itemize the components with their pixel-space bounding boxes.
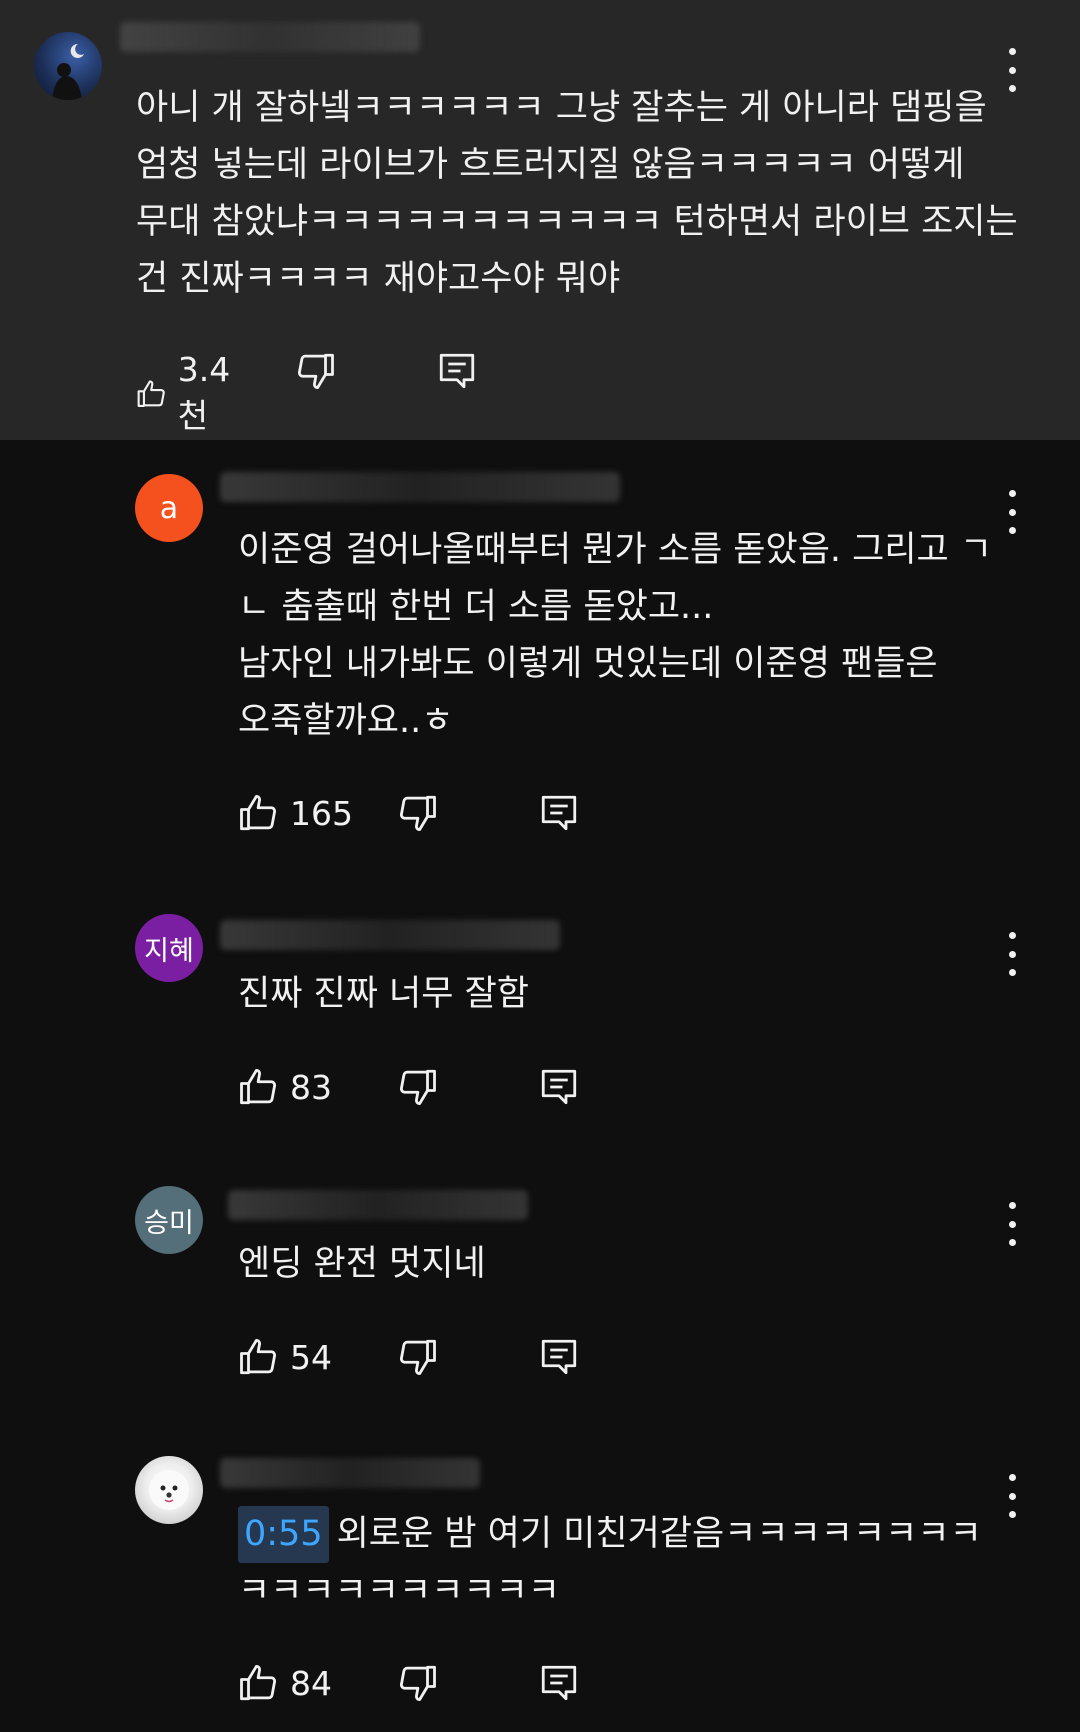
avatar[interactable]: a [135,474,203,542]
avatar-letter: a [159,490,179,526]
comment-text: 0:55 외로운 밤 여기 미친거같음ㅋㅋㅋㅋㅋㅋㅋㅋ ㅋㅋㅋㅋㅋㅋㅋㅋㅋㅋ [238,1506,982,1620]
avatar-white-dog-icon [149,1470,189,1510]
like-count: 83 [290,1067,332,1107]
comment-text: 아니 개 잘하넼ㅋㅋㅋㅋㅋㅋ 그냥 잘추는 게 아니라 댐핑을 엄청 넣는데 라… [136,88,1018,299]
author-name-blurred[interactable] [220,920,560,950]
reply-icon [439,353,475,389]
reply-button[interactable] [436,350,478,392]
reply-button[interactable] [538,1066,580,1108]
author-name-blurred[interactable] [228,1190,528,1220]
avatar[interactable]: 지혜 [135,914,203,982]
dislike-button[interactable] [396,1336,438,1378]
like-count: 54 [290,1337,332,1377]
reply-icon [541,1665,577,1701]
comment-text: 엔딩 완전 멋지네 [238,1244,486,1284]
avatar-night-figure-icon [52,43,84,100]
thumbs-up-icon [240,794,277,831]
timestamp-link[interactable]: 0:55 [238,1506,329,1563]
thumbs-down-icon [297,353,334,390]
thumbs-down-icon [399,1069,436,1106]
more-vert-icon[interactable] [1004,490,1020,534]
like-button[interactable]: 83 [238,1066,332,1108]
comment-text-body: 외로운 밤 여기 미친거같음ㅋㅋㅋㅋㅋㅋㅋㅋ ㅋㅋㅋㅋㅋㅋㅋㅋㅋㅋ [238,1514,982,1611]
thumbs-up-icon [240,1338,277,1375]
dislike-button[interactable] [396,1662,438,1704]
more-vert-icon[interactable] [1004,1202,1020,1246]
avatar[interactable] [34,32,102,100]
like-count: 84 [290,1663,332,1703]
author-name-blurred[interactable] [220,472,620,502]
avatar[interactable]: 승미 [135,1186,203,1254]
thumbs-down-icon [399,1339,436,1376]
dislike-button[interactable] [396,792,438,834]
more-vert-icon[interactable] [1004,932,1020,976]
reply-icon [541,795,577,831]
dislike-button[interactable] [294,350,336,392]
reply-icon [541,1339,577,1375]
dislike-button[interactable] [396,1066,438,1108]
reply-icon [541,1069,577,1105]
like-button[interactable]: 165 [238,792,353,834]
more-vert-icon[interactable] [1004,1474,1020,1518]
avatar-letter: 지혜 [144,935,194,967]
avatar-letter: 승미 [144,1207,194,1239]
reply-button[interactable] [538,1336,580,1378]
like-button[interactable]: 54 [238,1336,332,1378]
comment-text: 이준영 걸어나올때부터 뭔가 소름 돋았음. 그리고 ㄱ ㄴ 춤출때 한번 더 … [238,530,993,741]
reply-button[interactable] [538,1662,580,1704]
thumbs-up-icon [240,1664,277,1701]
avatar[interactable] [135,1456,203,1524]
comment-text: 진짜 진짜 너무 잘함 [238,974,529,1014]
thumbs-down-icon [399,1665,436,1702]
author-name-blurred[interactable] [120,22,420,52]
like-count: 3.4천 [177,350,231,435]
thumbs-down-icon [399,795,436,832]
thumbs-up-icon [240,1068,277,1105]
thumbs-up-icon [137,379,165,407]
author-name-blurred[interactable] [220,1458,480,1488]
reply-button[interactable] [538,792,580,834]
like-button[interactable]: 84 [238,1662,332,1704]
like-count: 165 [290,793,353,833]
like-button[interactable]: 3.4천 [136,350,240,437]
